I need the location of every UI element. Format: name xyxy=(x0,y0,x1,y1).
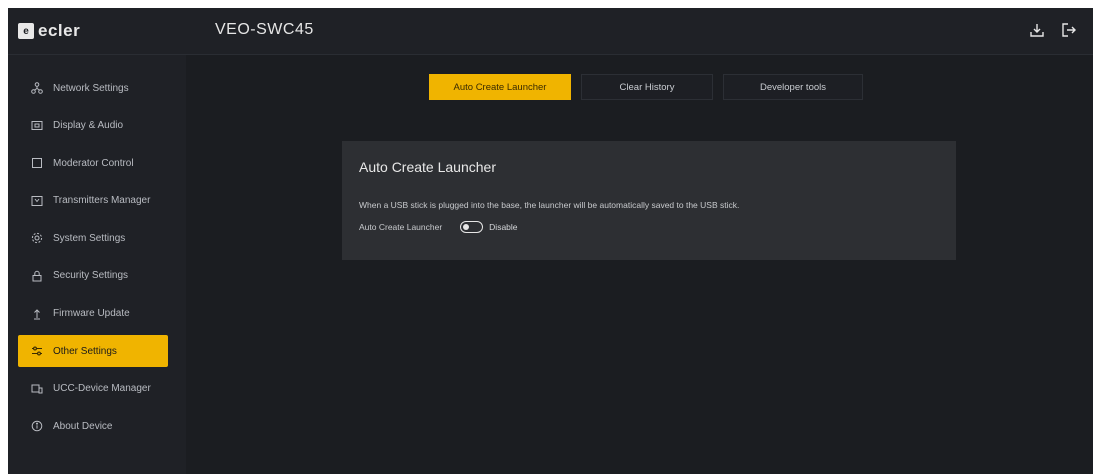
panel-description: When a USB stick is plugged into the bas… xyxy=(359,200,740,210)
sidebar-item-network-settings[interactable]: Network Settings xyxy=(18,72,168,104)
info-icon xyxy=(30,419,44,433)
tab-auto-create-launcher[interactable]: Auto Create Launcher xyxy=(429,74,571,100)
transmitter-icon xyxy=(30,194,44,208)
app-window: e ecler VEO-SWC45 Network Settings Displ… xyxy=(8,8,1093,474)
tab-bar: Auto Create Launcher Clear History Devel… xyxy=(429,74,863,100)
sidebar-item-label: System Settings xyxy=(53,232,126,244)
sidebar-item-label: About Device xyxy=(53,420,113,432)
device-name: VEO-SWC45 xyxy=(215,21,314,38)
sidebar-item-label: Security Settings xyxy=(53,270,129,282)
sidebar-item-about-device[interactable]: About Device xyxy=(18,410,168,442)
sidebar-item-ucc-device-manager[interactable]: UCC-Device Manager xyxy=(18,373,168,405)
gear-icon xyxy=(30,231,44,245)
toggle-knob xyxy=(463,223,470,230)
device-icon xyxy=(30,382,44,396)
sidebar: Network Settings Display & Audio Moderat… xyxy=(8,55,186,474)
logo-text: ecler xyxy=(38,21,81,40)
sidebar-item-other-settings[interactable]: Other Settings xyxy=(18,335,168,368)
lock-icon xyxy=(30,269,44,283)
sidebar-item-label: Network Settings xyxy=(53,82,129,94)
toggle-state-label: Disable xyxy=(489,222,518,232)
sidebar-item-security-settings[interactable]: Security Settings xyxy=(18,260,168,292)
sidebar-item-label: Firmware Update xyxy=(53,308,130,320)
sidebar-item-label: Moderator Control xyxy=(53,157,134,169)
auto-create-launcher-toggle[interactable] xyxy=(460,221,484,233)
setting-row: Auto Create Launcher Disable xyxy=(359,221,518,233)
logo-mark: e xyxy=(18,23,34,39)
top-bar: e ecler VEO-SWC45 xyxy=(8,8,1093,55)
display-icon xyxy=(30,119,44,133)
logo: e ecler xyxy=(18,20,80,42)
sidebar-item-label: Transmitters Manager xyxy=(53,195,151,207)
download-icon[interactable] xyxy=(1027,20,1047,40)
setting-label: Auto Create Launcher xyxy=(359,222,443,232)
sidebar-item-label: Display & Audio xyxy=(53,120,124,132)
upload-icon xyxy=(30,307,44,321)
tab-clear-history[interactable]: Clear History xyxy=(581,74,713,100)
sliders-icon xyxy=(30,344,44,358)
panel-title: Auto Create Launcher xyxy=(359,159,496,175)
sidebar-nav: Network Settings Display & Audio Moderat… xyxy=(18,72,168,448)
moderator-icon xyxy=(30,156,44,170)
sidebar-item-moderator-control[interactable]: Moderator Control xyxy=(18,147,168,179)
settings-panel: Auto Create Launcher When a USB stick is… xyxy=(342,141,956,260)
sidebar-item-label: UCC-Device Manager xyxy=(53,383,151,395)
sidebar-item-system-settings[interactable]: System Settings xyxy=(18,222,168,254)
sidebar-item-transmitters-manager[interactable]: Transmitters Manager xyxy=(18,185,168,217)
sidebar-item-display-audio[interactable]: Display & Audio xyxy=(18,110,168,142)
logout-icon[interactable] xyxy=(1059,20,1079,40)
sidebar-item-firmware-update[interactable]: Firmware Update xyxy=(18,298,168,330)
tab-developer-tools[interactable]: Developer tools xyxy=(723,74,863,100)
network-icon xyxy=(30,81,44,95)
sidebar-item-label: Other Settings xyxy=(53,345,117,357)
top-actions xyxy=(1027,20,1079,40)
